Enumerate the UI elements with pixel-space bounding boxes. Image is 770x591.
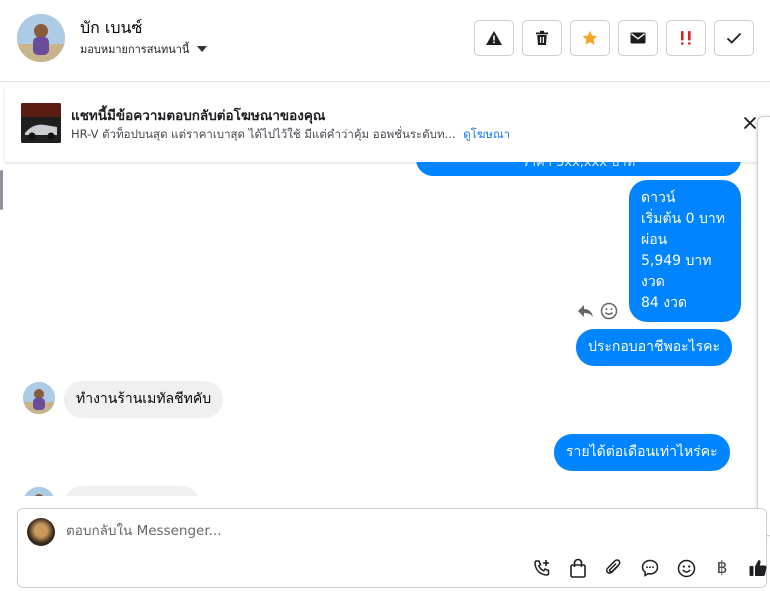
paperclip-icon: [605, 559, 621, 574]
emoji-icon: [677, 559, 695, 577]
ad-thumbnail[interactable]: [21, 103, 61, 143]
outgoing-message-bubble[interactable]: ดาวน์ เริ่มต้น 0 บาท ผ่อน 5,949 บาท งวด …: [629, 180, 741, 322]
message-line: ผ่อน: [641, 232, 668, 248]
like-button[interactable]: [740, 556, 770, 580]
close-icon: [743, 116, 757, 130]
saved-replies-button[interactable]: [632, 556, 668, 580]
baht-icon: ฿: [716, 558, 728, 578]
ad-banner-title: แชทนี้มีข้อความตอบกลับต่อโฆษณาของคุณ: [71, 108, 326, 124]
delete-button[interactable]: [522, 20, 562, 56]
outgoing-message-bubble[interactable]: รายได้ต่อเดือนเท่าไหร่คะ: [554, 434, 730, 471]
warning-icon: [486, 31, 502, 45]
contact-avatar[interactable]: [17, 14, 65, 62]
message-line: เริ่มต้น 0 บาท: [641, 211, 725, 227]
message-bubble-icon: [641, 559, 659, 577]
message-text: ประกอบอาชีพอะไรคะ: [588, 339, 721, 355]
header-actions: [474, 20, 754, 56]
incoming-message-bubble[interactable]: ทำงานร้านเมทัลชีทคับ: [64, 381, 224, 418]
emoji-icon: [600, 302, 618, 320]
react-button[interactable]: [600, 302, 618, 320]
report-spam-button[interactable]: [474, 20, 514, 56]
outgoing-message-bubble[interactable]: ประกอบอาชีพอะไรคะ: [576, 329, 733, 366]
incoming-message-bubble[interactable]: [64, 486, 200, 496]
emoji-button[interactable]: [668, 556, 704, 580]
view-ad-link[interactable]: ดูโฆษณา: [463, 127, 510, 141]
mark-important-button[interactable]: [666, 20, 706, 56]
reply-icon: [578, 305, 593, 317]
sender-avatar[interactable]: [23, 487, 55, 496]
shopping-bag-icon: [570, 558, 586, 578]
add-contact-button[interactable]: [524, 556, 560, 580]
phone-plus-icon: [534, 560, 550, 576]
trash-icon: [536, 30, 548, 45]
envelope-icon: [630, 32, 646, 44]
message-text: ทำงานร้านเมทัลชีทคับ: [76, 391, 212, 407]
ad-reply-banner: แชทนี้มีข้อความตอบกลับต่อโฆษณาของคุณ HR-…: [5, 88, 770, 162]
sender-avatar[interactable]: [23, 382, 55, 414]
conversation-header: บัก เบนซ์ มอบหมายการสนทนานี้: [0, 0, 770, 82]
mark-unread-button[interactable]: [618, 20, 658, 56]
caret-down-icon: [197, 46, 208, 52]
contact-name[interactable]: บัก เบนซ์: [80, 16, 142, 41]
side-panel-edge[interactable]: [757, 116, 770, 536]
reply-input[interactable]: [66, 523, 566, 539]
message-bubble-partial[interactable]: ราคา 3xx,xxx บาท: [416, 162, 741, 176]
star-button[interactable]: [570, 20, 610, 56]
star-icon: [582, 30, 598, 45]
message-line: 5,949 บาท: [641, 253, 712, 269]
ad-description: HR-V ตัวท็อปบนสุด แต่ราคาเบาสุด ได้ไปไว้…: [71, 127, 456, 141]
assign-label: มอบหมายการสนทนานี้: [80, 43, 190, 56]
reply-composer: ฿: [17, 508, 767, 588]
message-thread[interactable]: ราคา 3xx,xxx บาท ดาวน์ เริ่มต้น 0 บาท ผ่…: [0, 162, 770, 496]
message-line: ดาวน์: [641, 190, 676, 206]
ad-banner-subtitle: HR-V ตัวท็อปบนสุด แต่ราคาเบาสุด ได้ไปไว้…: [71, 126, 510, 144]
reply-button[interactable]: [576, 302, 594, 320]
message-text: ราคา 3xx,xxx บาท: [521, 162, 636, 170]
message-line: งวด: [641, 274, 665, 290]
message-text: รายได้ต่อเดือนเท่าไหร่คะ: [566, 444, 718, 460]
double-exclamation-icon: [681, 31, 691, 45]
shop-button[interactable]: [560, 556, 596, 580]
attach-file-button[interactable]: [596, 556, 632, 580]
page-avatar: [27, 518, 55, 546]
payment-button[interactable]: ฿: [704, 556, 740, 580]
composer-toolbar: ฿: [524, 556, 770, 580]
check-icon: [726, 32, 742, 44]
mark-done-button[interactable]: [714, 20, 754, 56]
assign-conversation-dropdown[interactable]: มอบหมายการสนทนานี้: [80, 40, 208, 58]
thumbs-up-icon: [749, 560, 767, 576]
message-line: 84 งวด: [641, 295, 688, 311]
